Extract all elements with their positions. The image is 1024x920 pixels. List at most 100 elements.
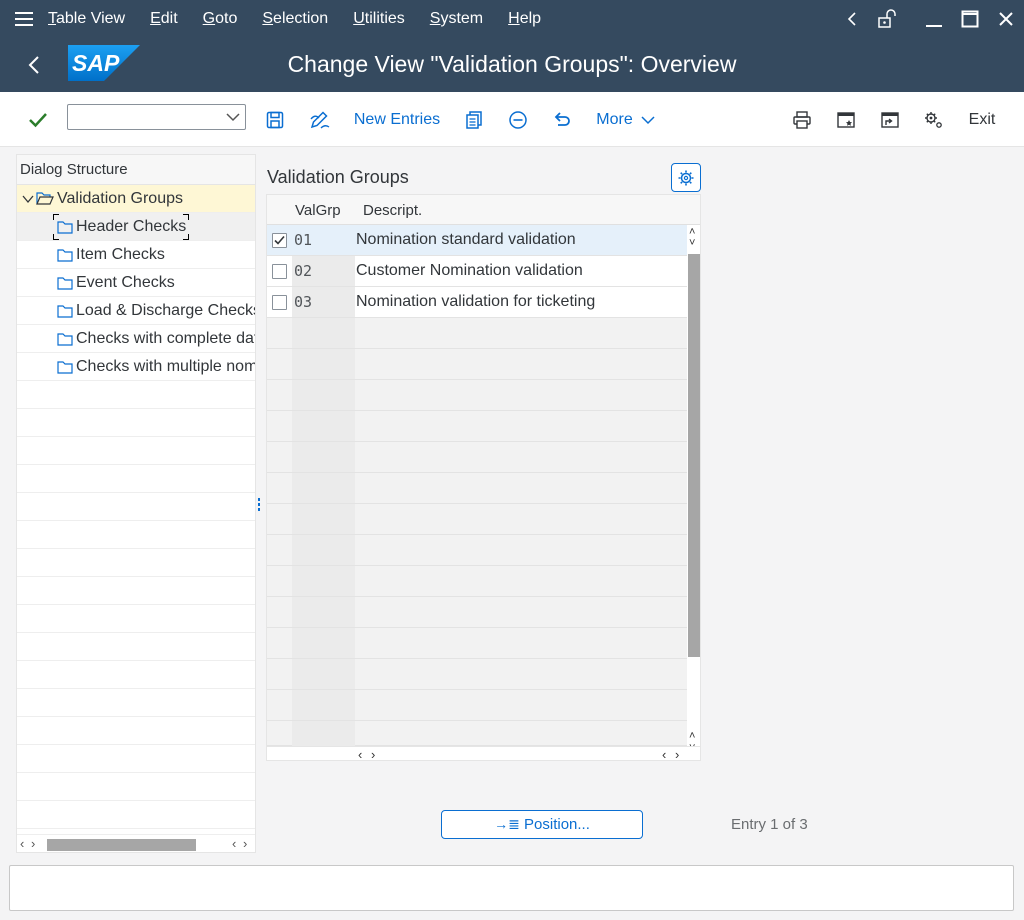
status-bar [9,865,1014,911]
scrollbar-thumb[interactable] [47,839,196,851]
folder-icon [57,305,73,318]
tree-node-multiple-nominations-checks[interactable]: Checks with multiple nominations [17,353,255,381]
tree-empty-row [17,521,255,549]
scroll-right-icon[interactable]: › [31,835,35,852]
table-row[interactable]: 01 Nomination standard validation [267,225,687,256]
tree-node-label: Validation Groups [57,190,183,207]
back-icon[interactable] [22,53,46,77]
row-checkbox[interactable] [272,233,287,248]
menu-selection[interactable]: Selection [262,10,328,28]
table-vertical-scrollbar[interactable]: ˄ ˅ ˄ ˅ [687,225,700,760]
chevron-down-icon[interactable] [225,109,241,130]
scroll-left-icon[interactable]: ‹ [358,747,362,760]
folder-icon [57,333,73,346]
customize-gear-icon[interactable] [920,92,948,147]
display-change-icon[interactable] [306,92,334,147]
panel-splitter-handle[interactable] [257,498,261,518]
column-header-descript[interactable]: Descript. [363,202,422,219]
column-header-valgrp[interactable]: ValGrp [295,202,341,219]
new-session-icon[interactable] [832,92,860,147]
table-empty-row [267,659,687,690]
table-empty-row [267,411,687,442]
tree-empty-row [17,773,255,801]
table-empty-row [267,318,687,349]
scrollbar-thumb[interactable] [688,254,700,657]
exit-button[interactable]: Exit [962,92,1002,147]
chevron-left-icon[interactable] [834,0,870,37]
scroll-left-icon[interactable]: ‹ [20,835,24,852]
tree-node-label: Checks with multiple nominations [76,358,255,375]
menu-edit[interactable]: Edit [150,10,178,28]
table-title: Validation Groups [267,167,409,187]
shortcut-icon[interactable] [876,92,904,147]
menu-system[interactable]: System [430,10,483,28]
hamburger-menu-icon[interactable] [0,0,48,37]
scroll-right-icon[interactable]: › [371,747,375,760]
gear-icon [678,170,694,185]
scroll-down-icon[interactable]: ˅ [689,238,695,249]
save-icon[interactable] [262,92,288,147]
more-button[interactable]: More [594,92,658,147]
table-horizontal-scrollbar[interactable]: ‹ › ‹ › [267,746,700,760]
position-arrow-icon: →≣ [494,816,520,832]
table-row[interactable]: 02 Customer Nomination validation [267,256,687,287]
scroll-up-icon[interactable]: ˄ [689,227,695,238]
scroll-up-icon[interactable]: ˄ [689,731,695,742]
print-icon[interactable] [788,92,816,147]
scroll-left-icon[interactable]: ‹ [232,835,236,852]
tree-empty-row [17,661,255,689]
close-icon[interactable] [988,0,1024,37]
minimize-icon[interactable] [916,0,952,37]
valgrp-cell[interactable]: 01 [292,225,355,255]
tree-empty-row [17,605,255,633]
row-checkbox[interactable] [272,295,287,310]
command-field[interactable] [67,104,246,130]
enter-check-icon[interactable] [22,92,54,147]
tree-node-item-checks[interactable]: Item Checks [17,241,255,269]
tree-node-load-discharge-checks[interactable]: Load & Discharge Checks [17,297,255,325]
undo-icon[interactable] [548,92,576,147]
scroll-left-icon[interactable]: ‹ [662,747,666,760]
entry-count: Entry 1 of 3 [731,816,808,833]
tree-node-header-checks[interactable]: Header Checks [17,213,255,241]
maximize-icon[interactable] [952,0,988,37]
scroll-right-icon[interactable]: › [675,747,679,760]
table-settings-button[interactable] [671,163,701,192]
tree-empty-row [17,717,255,745]
position-button[interactable]: →≣ Position... [441,810,643,839]
new-entries-button[interactable]: New Entries [352,92,442,147]
tree-node-validation-groups[interactable]: Validation Groups [17,185,255,213]
tree-empty-row [17,801,255,829]
descript-cell[interactable]: Nomination standard validation [356,225,576,255]
menu-help[interactable]: Help [508,10,541,28]
descript-cell[interactable]: Customer Nomination validation [356,256,583,286]
row-checkbox[interactable] [272,264,287,279]
unlock-icon[interactable] [870,0,906,37]
tree-horizontal-scrollbar[interactable]: ‹ › ‹ › [17,834,255,852]
table-empty-row [267,566,687,597]
tree-empty-row [17,549,255,577]
valgrp-cell[interactable]: 03 [292,287,355,317]
table-row[interactable]: 03 Nomination validation for ticketing [267,287,687,318]
dialog-structure-panel: Dialog Structure Validation Groups Heade… [16,154,256,853]
command-input[interactable] [72,105,222,129]
descript-cell[interactable]: Nomination validation for ticketing [356,287,595,317]
menu-table-view[interactable]: Table View [48,10,125,28]
menu-goto[interactable]: Goto [203,10,238,28]
delete-icon[interactable] [504,92,532,147]
menu-utilities[interactable]: Utilities [353,10,405,28]
chevron-down-icon[interactable] [22,194,34,204]
tree-node-complete-data-checks[interactable]: Checks with complete data [17,325,256,353]
copy-as-icon[interactable] [460,92,488,147]
table-empty-row [267,597,687,628]
scroll-right-icon[interactable]: › [243,835,247,852]
table-empty-row [267,473,687,504]
folder-icon [57,361,73,374]
valgrp-cell[interactable]: 02 [292,256,355,286]
application-toolbar: New Entries More Exit [0,92,1024,147]
svg-text:SAP: SAP [72,50,120,76]
window-controls [834,0,1024,37]
tree-node-label: Header Checks [76,218,187,235]
tree-node-event-checks[interactable]: Event Checks [17,269,255,297]
tree-node-label: Checks with complete data [76,330,256,347]
